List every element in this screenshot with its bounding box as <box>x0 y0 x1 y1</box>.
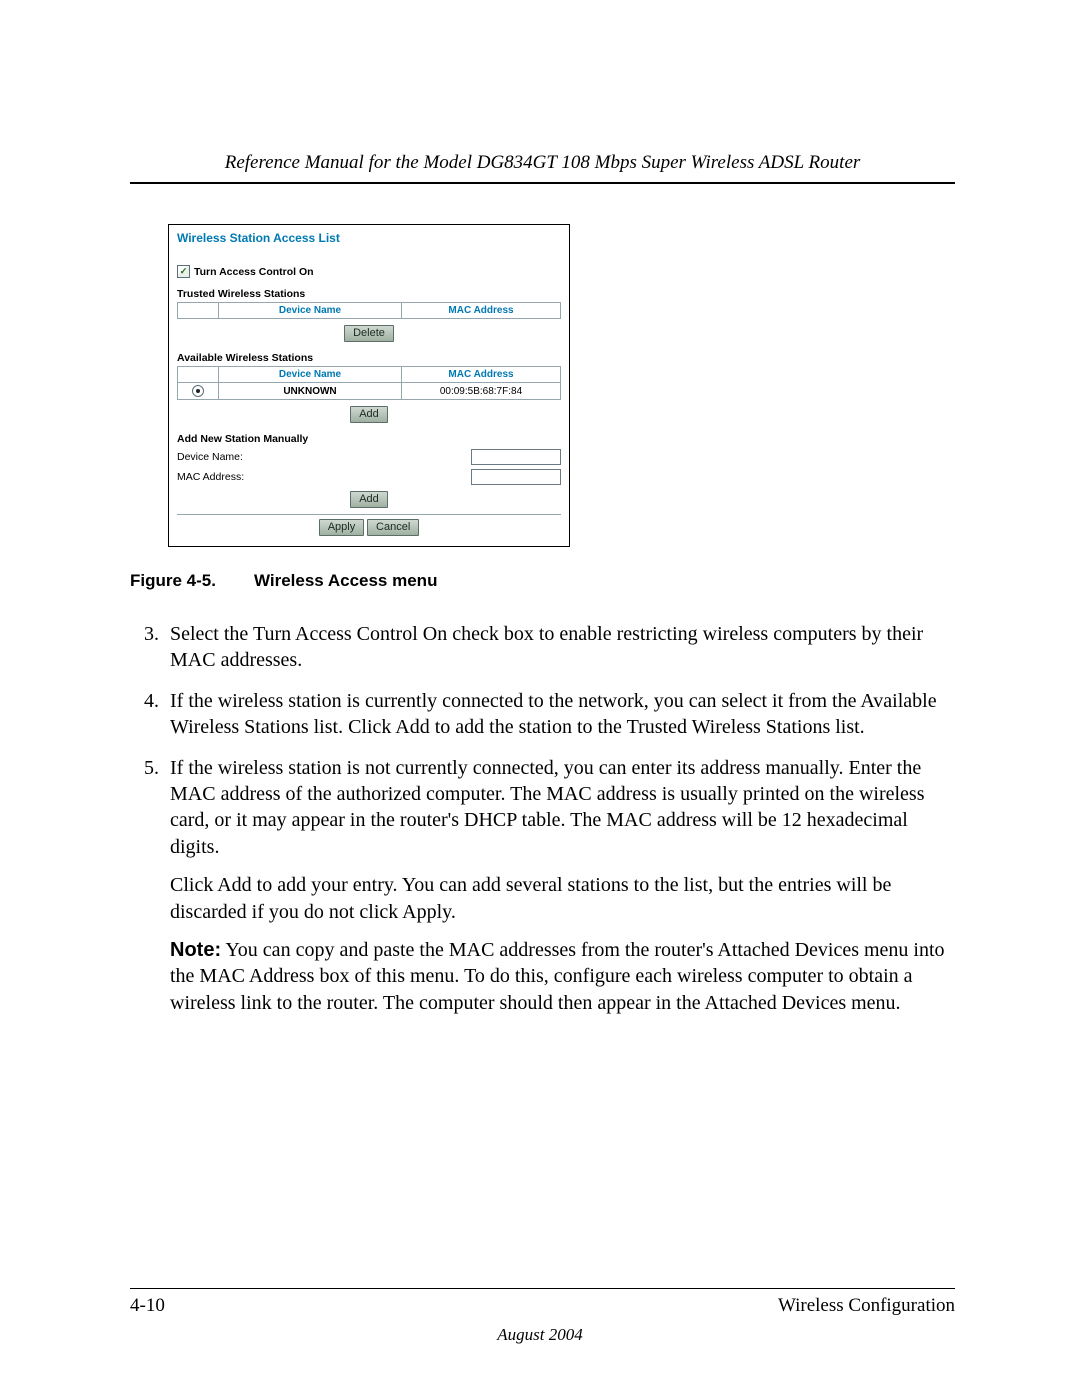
divider <box>177 514 561 515</box>
step-5-para2: Click Add to add your entry. You can add… <box>170 872 955 925</box>
col-select <box>178 303 219 319</box>
manual-mac-label: MAC Address: <box>177 471 317 483</box>
col-device: Device Name <box>219 303 402 319</box>
access-control-checkbox[interactable]: ✓ <box>177 265 190 278</box>
table-row: UNKNOWN 00:09:5B:68:7F:84 <box>178 383 561 400</box>
apply-button[interactable]: Apply <box>319 519 365 536</box>
manual-add-label: Add New Station Manually <box>177 433 561 445</box>
trusted-stations-label: Trusted Wireless Stations <box>177 288 561 300</box>
access-control-label: Turn Access Control On <box>194 266 314 278</box>
add-manual-button[interactable]: Add <box>350 491 388 508</box>
manual-device-input[interactable] <box>471 449 561 465</box>
page-footer: 4-10 Wireless Configuration <box>130 1288 955 1317</box>
page-header: Reference Manual for the Model DG834GT 1… <box>130 152 955 184</box>
panel-title: Wireless Station Access List <box>177 231 561 245</box>
figure-caption: Figure 4-5.Wireless Access menu <box>130 571 955 591</box>
available-stations-label: Available Wireless Stations <box>177 352 561 364</box>
footer-date: August 2004 <box>0 1325 1080 1345</box>
manual-device-label: Device Name: <box>177 451 317 463</box>
cancel-button[interactable]: Cancel <box>367 519 419 536</box>
instruction-list: Select the Turn Access Control On check … <box>164 621 955 1016</box>
manual-mac-input[interactable] <box>471 469 561 485</box>
trusted-stations-table: Device Name MAC Address <box>177 302 561 319</box>
col-mac: MAC Address <box>402 303 561 319</box>
available-stations-table: Device Name MAC Address UNKNOWN 00:09:5B… <box>177 366 561 400</box>
row-radio[interactable] <box>192 385 204 397</box>
cell-device: UNKNOWN <box>219 383 402 400</box>
step-5-note: Note: You can copy and paste the MAC add… <box>170 937 955 1016</box>
step-5: If the wireless station is not currently… <box>164 755 955 1017</box>
add-available-button[interactable]: Add <box>350 406 388 423</box>
col-device: Device Name <box>219 367 402 383</box>
step-3: Select the Turn Access Control On check … <box>164 621 955 674</box>
step-4: If the wireless station is currently con… <box>164 688 955 741</box>
cell-mac: 00:09:5B:68:7F:84 <box>402 383 561 400</box>
wireless-access-panel: Wireless Station Access List ✓ Turn Acce… <box>168 224 570 547</box>
footer-section: Wireless Configuration <box>778 1295 955 1317</box>
delete-button[interactable]: Delete <box>344 325 394 342</box>
col-select <box>178 367 219 383</box>
col-mac: MAC Address <box>402 367 561 383</box>
footer-page-number: 4-10 <box>130 1295 165 1317</box>
